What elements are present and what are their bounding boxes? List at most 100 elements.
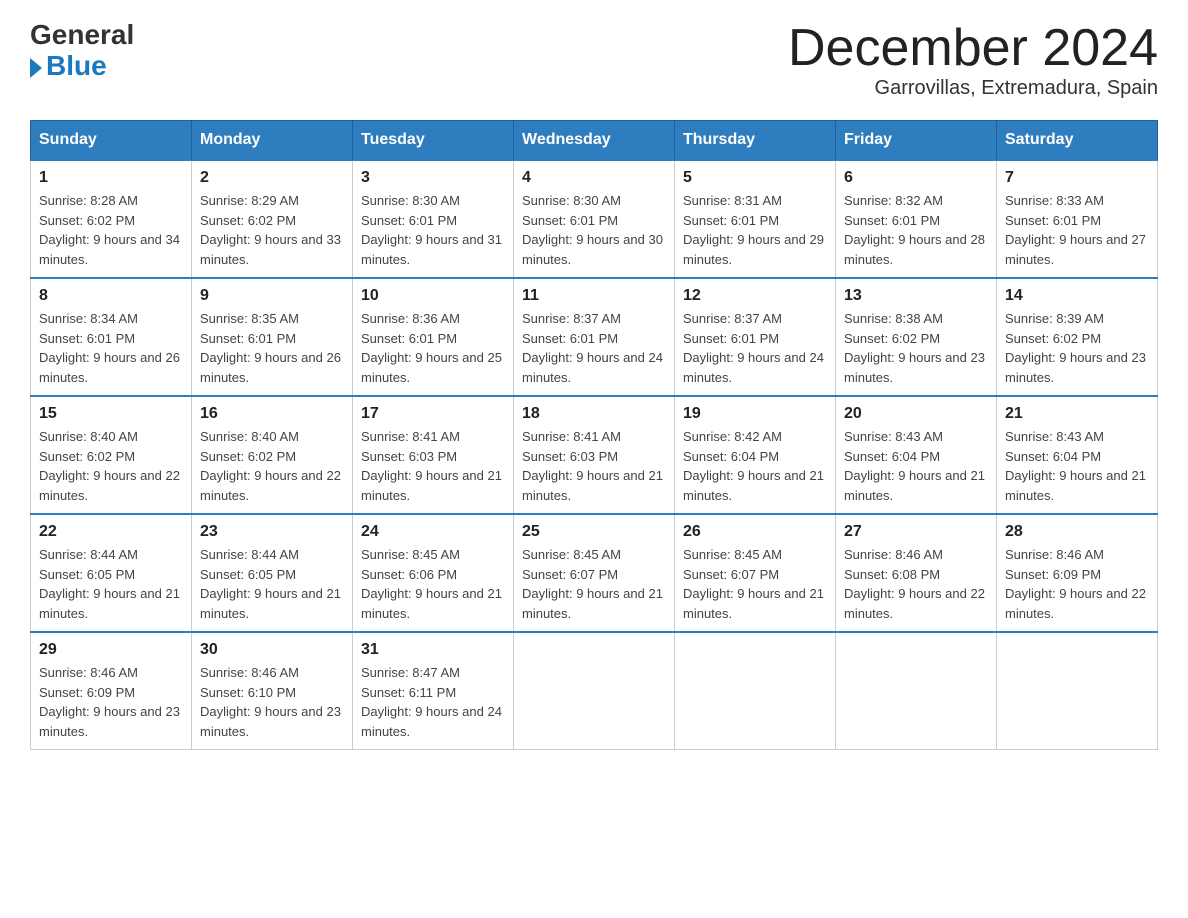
calendar-week-4: 22 Sunrise: 8:44 AMSunset: 6:05 PMDayligh… (31, 514, 1158, 632)
day-number: 23 (200, 523, 344, 541)
calendar-cell: 8 Sunrise: 8:34 AMSunset: 6:01 PMDaylight… (31, 278, 192, 396)
day-info: Sunrise: 8:30 AMSunset: 6:01 PMDaylight:… (361, 191, 505, 269)
day-number: 30 (200, 641, 344, 659)
day-number: 12 (683, 287, 827, 305)
day-info: Sunrise: 8:36 AMSunset: 6:01 PMDaylight:… (361, 309, 505, 387)
header-thursday: Thursday (675, 121, 836, 161)
calendar-table: SundayMondayTuesdayWednesdayThursdayFrid… (30, 120, 1158, 750)
title-block: December 2024 Garrovillas, Extremadura, … (788, 20, 1158, 100)
day-info: Sunrise: 8:40 AMSunset: 6:02 PMDaylight:… (39, 427, 183, 505)
calendar-cell: 31 Sunrise: 8:47 AMSunset: 6:11 PMDayligh… (353, 632, 514, 750)
day-info: Sunrise: 8:46 AMSunset: 6:09 PMDaylight:… (1005, 545, 1149, 623)
calendar-cell: 21 Sunrise: 8:43 AMSunset: 6:04 PMDayligh… (997, 396, 1158, 514)
calendar-cell: 22 Sunrise: 8:44 AMSunset: 6:05 PMDayligh… (31, 514, 192, 632)
calendar-cell: 14Sunrise: 8:39 AMSunset: 6:02 PMDayligh… (997, 278, 1158, 396)
day-info: Sunrise: 8:34 AMSunset: 6:01 PMDaylight:… (39, 309, 183, 387)
day-number: 22 (39, 523, 183, 541)
day-number: 2 (200, 169, 344, 187)
day-number: 18 (522, 405, 666, 423)
calendar-cell: 4Sunrise: 8:30 AMSunset: 6:01 PMDaylight… (514, 160, 675, 278)
day-info: Sunrise: 8:45 AMSunset: 6:06 PMDaylight:… (361, 545, 505, 623)
header-sunday: Sunday (31, 121, 192, 161)
day-info: Sunrise: 8:38 AMSunset: 6:02 PMDaylight:… (844, 309, 988, 387)
header-monday: Monday (192, 121, 353, 161)
calendar-header: SundayMondayTuesdayWednesdayThursdayFrid… (31, 121, 1158, 161)
calendar-cell: 1 Sunrise: 8:28 AMSunset: 6:02 PMDaylight… (31, 160, 192, 278)
day-number: 10 (361, 287, 505, 305)
calendar-cell: 24 Sunrise: 8:45 AMSunset: 6:06 PMDayligh… (353, 514, 514, 632)
day-info: Sunrise: 8:44 AMSunset: 6:05 PMDaylight:… (39, 545, 183, 623)
calendar-cell: 2 Sunrise: 8:29 AMSunset: 6:02 PMDaylight… (192, 160, 353, 278)
day-number: 16 (200, 405, 344, 423)
calendar-cell (997, 632, 1158, 750)
day-info: Sunrise: 8:45 AMSunset: 6:07 PMDaylight:… (522, 545, 666, 623)
calendar-cell: 28Sunrise: 8:46 AMSunset: 6:09 PMDayligh… (997, 514, 1158, 632)
calendar-cell: 15Sunrise: 8:40 AMSunset: 6:02 PMDayligh… (31, 396, 192, 514)
calendar-cell (836, 632, 997, 750)
day-number: 8 (39, 287, 183, 305)
day-info: Sunrise: 8:31 AMSunset: 6:01 PMDaylight:… (683, 191, 827, 269)
day-number: 17 (361, 405, 505, 423)
calendar-cell: 30 Sunrise: 8:46 AMSunset: 6:10 PMDayligh… (192, 632, 353, 750)
day-info: Sunrise: 8:41 AMSunset: 6:03 PMDaylight:… (522, 427, 666, 505)
day-info: Sunrise: 8:46 AMSunset: 6:10 PMDaylight:… (200, 663, 344, 741)
logo-blue-text: Blue (30, 51, 107, 82)
location-subtitle: Garrovillas, Extremadura, Spain (788, 77, 1158, 100)
day-info: Sunrise: 8:44 AMSunset: 6:05 PMDaylight:… (200, 545, 344, 623)
calendar-cell: 12Sunrise: 8:37 AMSunset: 6:01 PMDayligh… (675, 278, 836, 396)
day-number: 14 (1005, 287, 1149, 305)
day-number: 3 (361, 169, 505, 187)
day-number: 9 (200, 287, 344, 305)
day-info: Sunrise: 8:29 AMSunset: 6:02 PMDaylight:… (200, 191, 344, 269)
day-number: 27 (844, 523, 988, 541)
calendar-cell: 18 Sunrise: 8:41 AMSunset: 6:03 PMDayligh… (514, 396, 675, 514)
calendar-cell: 17 Sunrise: 8:41 AMSunset: 6:03 PMDayligh… (353, 396, 514, 514)
day-number: 5 (683, 169, 827, 187)
header-saturday: Saturday (997, 121, 1158, 161)
day-info: Sunrise: 8:28 AMSunset: 6:02 PMDaylight:… (39, 191, 183, 269)
day-number: 29 (39, 641, 183, 659)
logo-general-text: General (30, 20, 134, 51)
calendar-cell: 7Sunrise: 8:33 AMSunset: 6:01 PMDaylight… (997, 160, 1158, 278)
header-row: SundayMondayTuesdayWednesdayThursdayFrid… (31, 121, 1158, 161)
day-number: 7 (1005, 169, 1149, 187)
day-number: 21 (1005, 405, 1149, 423)
calendar-cell: 27 Sunrise: 8:46 AMSunset: 6:08 PMDayligh… (836, 514, 997, 632)
calendar-week-2: 8 Sunrise: 8:34 AMSunset: 6:01 PMDaylight… (31, 278, 1158, 396)
calendar-week-1: 1 Sunrise: 8:28 AMSunset: 6:02 PMDaylight… (31, 160, 1158, 278)
calendar-cell: 11 Sunrise: 8:37 AMSunset: 6:01 PMDayligh… (514, 278, 675, 396)
calendar-cell: 26Sunrise: 8:45 AMSunset: 6:07 PMDayligh… (675, 514, 836, 632)
calendar-cell: 9Sunrise: 8:35 AMSunset: 6:01 PMDaylight… (192, 278, 353, 396)
page-header: General Blue December 2024 Garrovillas, … (30, 20, 1158, 100)
day-info: Sunrise: 8:46 AMSunset: 6:08 PMDaylight:… (844, 545, 988, 623)
day-number: 11 (522, 287, 666, 305)
day-number: 1 (39, 169, 183, 187)
day-number: 20 (844, 405, 988, 423)
calendar-cell: 23 Sunrise: 8:44 AMSunset: 6:05 PMDayligh… (192, 514, 353, 632)
day-info: Sunrise: 8:47 AMSunset: 6:11 PMDaylight:… (361, 663, 505, 741)
calendar-week-3: 15Sunrise: 8:40 AMSunset: 6:02 PMDayligh… (31, 396, 1158, 514)
calendar-cell (514, 632, 675, 750)
month-title: December 2024 (788, 20, 1158, 77)
header-tuesday: Tuesday (353, 121, 514, 161)
day-info: Sunrise: 8:45 AMSunset: 6:07 PMDaylight:… (683, 545, 827, 623)
day-info: Sunrise: 8:41 AMSunset: 6:03 PMDaylight:… (361, 427, 505, 505)
day-number: 13 (844, 287, 988, 305)
day-number: 25 (522, 523, 666, 541)
calendar-cell: 29 Sunrise: 8:46 AMSunset: 6:09 PMDayligh… (31, 632, 192, 750)
calendar-cell (675, 632, 836, 750)
day-info: Sunrise: 8:43 AMSunset: 6:04 PMDaylight:… (1005, 427, 1149, 505)
calendar-cell: 16Sunrise: 8:40 AMSunset: 6:02 PMDayligh… (192, 396, 353, 514)
day-info: Sunrise: 8:46 AMSunset: 6:09 PMDaylight:… (39, 663, 183, 741)
logo-triangle-icon (30, 58, 42, 78)
day-number: 24 (361, 523, 505, 541)
header-friday: Friday (836, 121, 997, 161)
calendar-cell: 3 Sunrise: 8:30 AMSunset: 6:01 PMDaylight… (353, 160, 514, 278)
day-info: Sunrise: 8:32 AMSunset: 6:01 PMDaylight:… (844, 191, 988, 269)
day-info: Sunrise: 8:37 AMSunset: 6:01 PMDaylight:… (522, 309, 666, 387)
header-wednesday: Wednesday (514, 121, 675, 161)
day-number: 31 (361, 641, 505, 659)
day-info: Sunrise: 8:30 AMSunset: 6:01 PMDaylight:… (522, 191, 666, 269)
calendar-cell: 6Sunrise: 8:32 AMSunset: 6:01 PMDaylight… (836, 160, 997, 278)
day-info: Sunrise: 8:42 AMSunset: 6:04 PMDaylight:… (683, 427, 827, 505)
